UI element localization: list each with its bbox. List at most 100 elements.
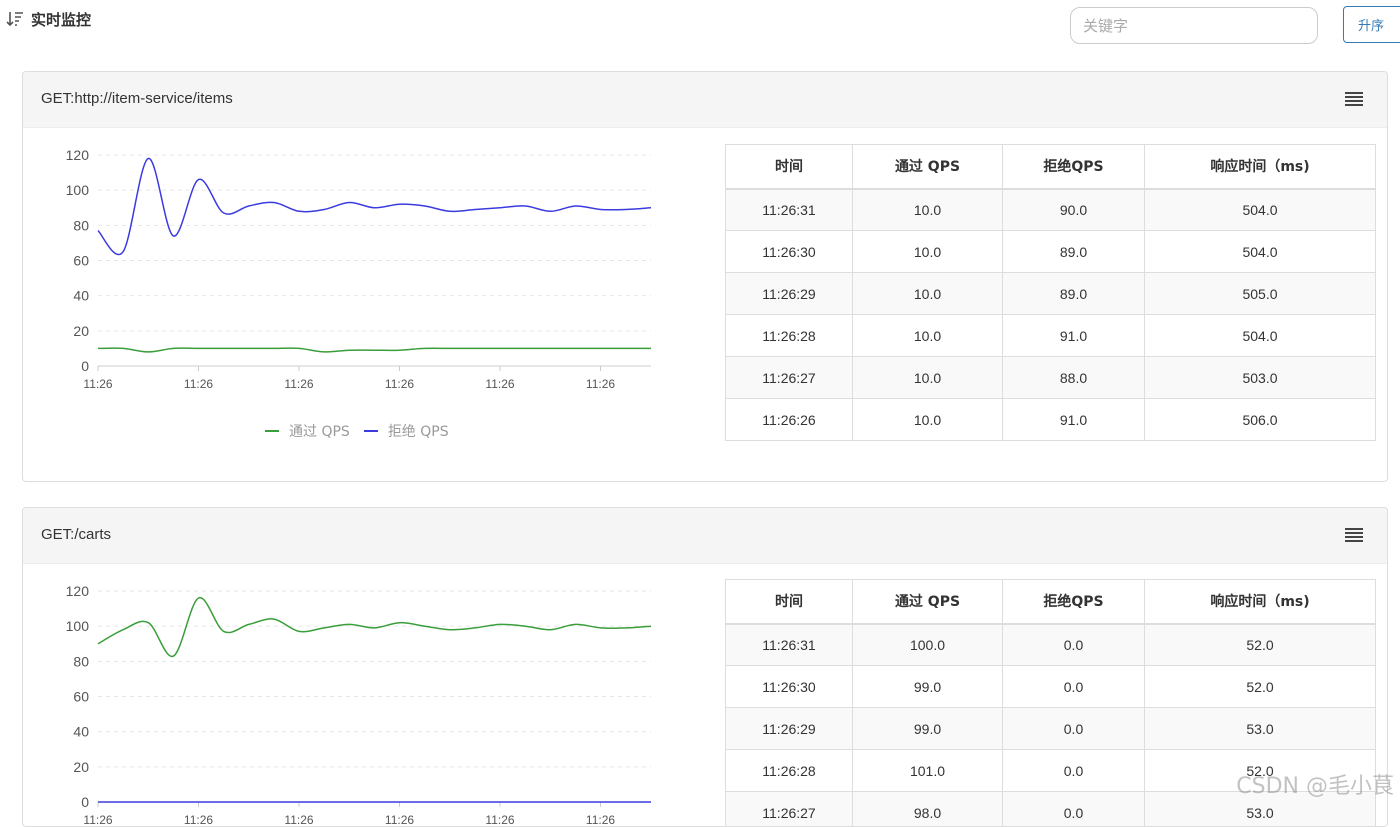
cell-pass-qps: 99.0 [853,666,1003,708]
chart-legend: 通过 QPS 拒绝 QPS [265,421,449,441]
series-line-block-qps[interactable] [98,158,651,254]
cell-pass-qps: 10.0 [853,399,1003,441]
cell-time: 11:26:27 [726,357,853,399]
cell-block-qps: 90.0 [1003,189,1145,231]
y-tick-label: 40 [73,724,89,740]
qps-line-chart: 0 20 40 60 80 100 120 11:26 11:26 11:26 11:26 11:26… [23,564,703,827]
y-tick-label: 120 [66,583,90,599]
cell-block-qps: 0.0 [1003,666,1145,708]
legend-swatch-pass [265,430,279,432]
sort-icon[interactable] [6,10,24,28]
cell-time: 11:26:31 [726,189,853,231]
cell-time: 11:26:29 [726,273,853,315]
column-header-rt: 响应时间（ms) [1145,580,1376,624]
x-tick-label: 11:26 [385,813,414,827]
cell-rt: 503.0 [1145,357,1376,399]
cell-time: 11:26:28 [726,750,853,792]
y-tick-label: 60 [73,253,89,269]
cell-pass-qps: 10.0 [853,273,1003,315]
cell-block-qps: 0.0 [1003,750,1145,792]
cell-block-qps: 91.0 [1003,315,1145,357]
cell-block-qps: 88.0 [1003,357,1145,399]
series-line-pass-qps[interactable] [98,598,651,657]
cell-block-qps: 0.0 [1003,708,1145,750]
cell-time: 11:26:26 [726,399,853,441]
cell-rt: 52.0 [1145,624,1376,666]
cell-rt: 505.0 [1145,273,1376,315]
resource-panel: GET:/carts 0 20 40 60 80 100 120 11:26 11:26 11:2… [22,507,1388,827]
cell-pass-qps: 101.0 [853,750,1003,792]
y-tick-label: 20 [73,759,89,775]
cell-rt: 504.0 [1145,315,1376,357]
y-tick-label: 100 [66,618,90,634]
table-row: 11:26:2710.088.0503.0 [726,357,1376,399]
table-row: 11:26:2810.091.0504.0 [726,315,1376,357]
x-tick-label: 11:26 [184,377,213,391]
table-header-row: 时间 通过 QPS 拒绝QPS 响应时间（ms) [726,145,1376,189]
cell-pass-qps: 98.0 [853,792,1003,827]
cell-time: 11:26:31 [726,624,853,666]
x-tick-label: 11:26 [586,377,615,391]
cell-time: 11:26:29 [726,708,853,750]
x-tick-label: 11:26 [385,377,414,391]
legend-item-pass[interactable]: 通过 QPS [265,421,350,441]
panel-title: GET:http://item-service/items [41,90,233,107]
x-tick-label: 11:26 [184,813,213,827]
stats-table: 时间 通过 QPS 拒绝QPS 响应时间（ms) 11:26:3110.090.… [725,144,1376,441]
legend-item-block[interactable]: 拒绝 QPS [364,421,449,441]
menu-icon[interactable] [1345,528,1363,544]
cell-pass-qps: 100.0 [853,624,1003,666]
column-header-pass-qps: 通过 QPS [853,145,1003,189]
y-tick-label: 0 [81,794,89,810]
column-header-time: 时间 [726,145,853,189]
table-row: 11:26:3010.089.0504.0 [726,231,1376,273]
x-tick-label: 11:26 [485,813,514,827]
menu-icon[interactable] [1345,92,1363,108]
page-title: 实时监控 [31,9,91,30]
cell-rt: 504.0 [1145,189,1376,231]
y-tick-label: 80 [73,653,89,669]
y-tick-label: 120 [66,147,90,163]
cell-rt: 52.0 [1145,666,1376,708]
cell-pass-qps: 10.0 [853,189,1003,231]
cell-pass-qps: 10.0 [853,231,1003,273]
table-row: 11:26:2910.089.0505.0 [726,273,1376,315]
legend-label-pass: 通过 QPS [289,421,350,441]
table-row: 11:26:3099.00.052.0 [726,666,1376,708]
column-header-block-qps: 拒绝QPS [1003,145,1145,189]
column-header-block-qps: 拒绝QPS [1003,580,1145,624]
cell-block-qps: 89.0 [1003,231,1145,273]
panel-header: GET:http://item-service/items [23,72,1387,128]
x-tick-label: 11:26 [83,813,112,827]
column-header-pass-qps: 通过 QPS [853,580,1003,624]
x-tick-label: 11:26 [83,377,112,391]
cell-rt: 504.0 [1145,231,1376,273]
cell-block-qps: 0.0 [1003,624,1145,666]
cell-time: 11:26:27 [726,792,853,827]
y-tick-label: 20 [73,323,89,339]
panel-header: GET:/carts [23,508,1387,564]
column-header-time: 时间 [726,580,853,624]
panel-title: GET:/carts [41,526,111,543]
x-tick-label: 11:26 [284,813,313,827]
series-line-pass-qps[interactable] [98,348,651,352]
cell-pass-qps: 10.0 [853,315,1003,357]
legend-swatch-block [364,430,378,432]
cell-block-qps: 89.0 [1003,273,1145,315]
y-tick-label: 40 [73,288,89,304]
top-bar: 实时监控 升序 [0,0,1400,56]
sort-order-button[interactable]: 升序 [1343,6,1400,43]
watermark: CSDN @毛小茛 [1236,768,1394,800]
cell-rt: 506.0 [1145,399,1376,441]
search-input[interactable] [1070,7,1318,44]
x-tick-label: 11:26 [284,377,313,391]
cell-block-qps: 91.0 [1003,399,1145,441]
column-header-rt: 响应时间（ms) [1145,145,1376,189]
cell-time: 11:26:30 [726,666,853,708]
table-row: 11:26:2999.00.053.0 [726,708,1376,750]
cell-time: 11:26:30 [726,231,853,273]
y-tick-label: 100 [66,182,90,198]
x-tick-label: 11:26 [586,813,615,827]
qps-line-chart: 02040608010012011:2611:2611:2611:2611:26… [23,128,703,418]
y-tick-label: 60 [73,689,89,705]
